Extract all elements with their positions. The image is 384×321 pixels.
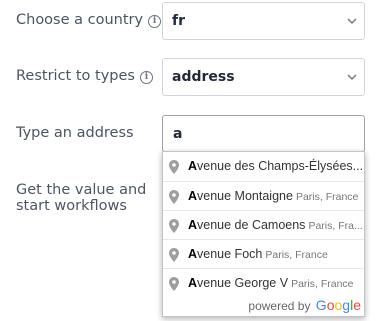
google-logo: Google [316,297,361,313]
country-label-text: Choose a country [16,12,144,28]
google-logo-letter: G [315,297,327,313]
info-icon[interactable]: i [139,71,153,84]
suggestion-text: Avenue de Camoens Paris, Fra... [188,218,363,232]
suggestion-text: Avenue des Champs-Élysées... [188,159,364,173]
suggestion-main: venue Montaigne [197,189,293,203]
map-pin-icon [169,160,179,174]
chevron-down-icon [347,74,357,80]
suggestion-text: Avenue Foch Paris, France [188,247,328,261]
info-icon[interactable]: i [148,15,162,28]
suggestion-secondary: Paris, Fra... [308,220,363,232]
suggestion-list: Avenue des Champs-Élysées... Avenue Monta… [163,152,364,297]
chevron-down-icon [347,18,357,24]
suggestion-item[interactable]: Avenue Foch Paris, France [163,239,364,268]
suggestion-secondary: Paris, France [295,191,359,203]
country-select[interactable]: fr [162,2,365,40]
suggestion-item[interactable]: Avenue George V Paris, France [163,268,364,297]
suggestion-main: venue des Champs-Élysées... [197,159,364,173]
suggestion-main: venue Foch [197,247,263,261]
suggestion-secondary: Paris, France [265,249,328,261]
address-input-value: a [173,126,183,142]
autocomplete-dropdown: Avenue des Champs-Élysées... Avenue Monta… [162,151,365,317]
suggestion-match: A [188,276,198,290]
suggestion-item[interactable]: Avenue Montaigne Paris, France [163,181,364,210]
address-label: Type an address [16,125,134,141]
suggestion-text: Avenue George V Paris, France [188,276,354,290]
powered-by-text: powered by [248,299,311,313]
country-select-value: fr [172,13,185,29]
suggestion-secondary: Paris, France [291,278,354,290]
suggestion-main: venue de Camoens [197,218,306,232]
map-pin-icon [169,248,179,262]
google-logo-letter: e [353,297,361,313]
country-label: Choose a country i [16,12,162,29]
types-select[interactable]: address [162,58,365,96]
suggestion-item[interactable]: Avenue de Camoens Paris, Fra... [163,210,364,239]
workflow-label-line2: start workflows [16,198,127,214]
suggestion-item[interactable]: Avenue des Champs-Élysées... [163,152,364,181]
suggestion-main: venue George V [197,276,289,290]
powered-by-google: powered by Google [248,297,361,313]
map-pin-icon [169,190,179,204]
map-pin-icon [169,219,179,233]
types-select-value: address [172,69,235,85]
suggestion-match: A [188,247,198,261]
workflow-label: Get the value and start workflows [16,182,146,214]
suggestion-match: A [188,218,198,232]
types-label: Restrict to types i [16,68,153,85]
map-pin-icon [169,277,179,291]
workflow-label-line1: Get the value and [16,182,147,198]
suggestion-match: A [188,189,198,203]
address-input[interactable]: a [162,115,365,152]
suggestion-match: A [188,159,198,173]
google-logo-letter: g [342,297,351,313]
types-label-text: Restrict to types [16,68,135,84]
suggestion-text: Avenue Montaigne Paris, France [188,189,358,203]
